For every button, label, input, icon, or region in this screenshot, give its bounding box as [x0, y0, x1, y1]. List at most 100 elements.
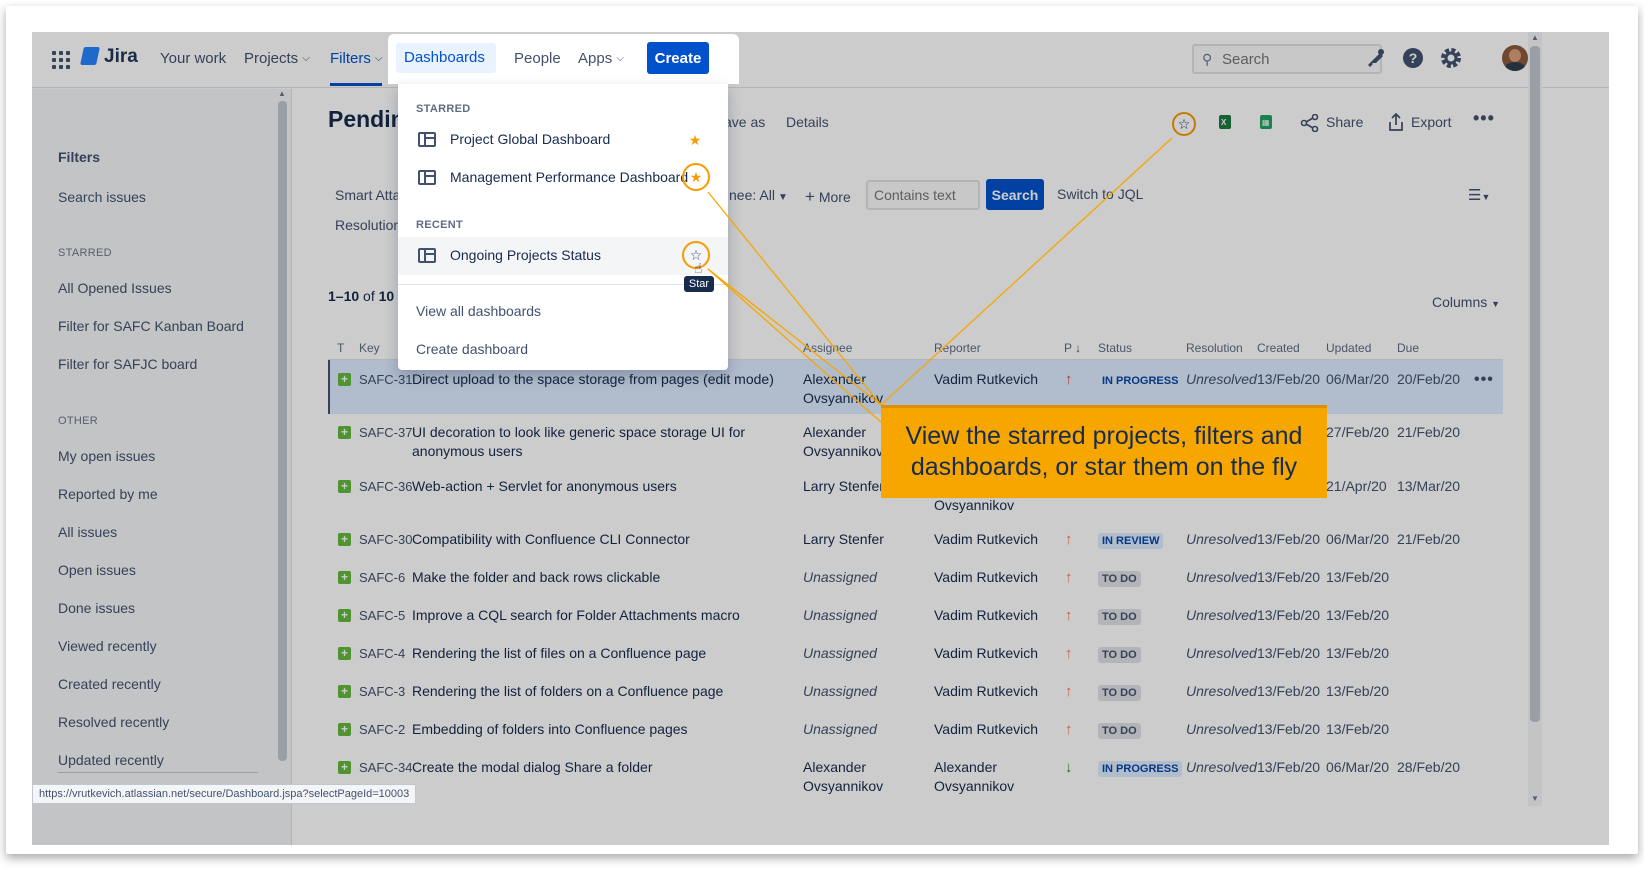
- resolution-filter[interactable]: Resolution: [335, 217, 401, 233]
- table-row[interactable]: + SAFC-4 Rendering the list of files on …: [328, 644, 1503, 682]
- nav-projects[interactable]: Projects ⌵: [244, 50, 310, 67]
- settings-icon[interactable]: [1438, 45, 1464, 71]
- column-header-created[interactable]: Created: [1257, 341, 1300, 355]
- create-dashboard-link[interactable]: Create dashboard: [416, 341, 528, 357]
- issue-reporter[interactable]: Vadim Rutkevich: [934, 568, 1054, 587]
- sidebar-item-starred[interactable]: Filter for SAFC Kanban Board: [58, 318, 244, 334]
- issue-assignee[interactable]: Alexander Ovsyannikov: [803, 758, 913, 796]
- issue-summary[interactable]: Create the modal dialog Share a folder: [412, 758, 782, 777]
- issue-summary[interactable]: Make the folder and back rows clickable: [412, 568, 782, 587]
- dashboard-item[interactable]: Ongoing Projects Status ☆: [398, 237, 728, 275]
- sidebar-item-starred[interactable]: All Opened Issues: [58, 280, 172, 296]
- sidebar-item-other[interactable]: Done issues: [58, 600, 135, 616]
- sidebar-item-other[interactable]: Updated recently: [58, 752, 164, 768]
- issue-reporter[interactable]: Vadim Rutkevich: [934, 370, 1054, 389]
- columns-button[interactable]: Columns ▼: [1432, 294, 1500, 310]
- sidebar-item-starred[interactable]: Filter for SAFJC board: [58, 356, 197, 372]
- sidebar-item-other[interactable]: Resolved recently: [58, 714, 169, 730]
- column-header-priority[interactable]: P ↓: [1064, 341, 1081, 355]
- export-button[interactable]: Export: [1411, 114, 1451, 130]
- issue-key[interactable]: SAFC-6: [359, 568, 405, 587]
- list-view-icon[interactable]: ☰▼: [1468, 186, 1490, 204]
- create-button[interactable]: Create: [647, 42, 709, 74]
- table-row[interactable]: + SAFC-2 Embedding of folders into Confl…: [328, 720, 1503, 758]
- issue-key[interactable]: SAFC-2: [359, 720, 405, 739]
- view-all-dashboards-link[interactable]: View all dashboards: [416, 303, 541, 319]
- sidebar-scrollbar[interactable]: ▲: [276, 89, 289, 845]
- nav-dashboards[interactable]: Dashboards ⌵: [396, 43, 496, 93]
- column-header-resolution[interactable]: Resolution: [1186, 341, 1243, 355]
- help-icon[interactable]: ?: [1400, 45, 1426, 71]
- save-as-button[interactable]: ave as: [724, 114, 765, 130]
- issue-key[interactable]: SAFC-5: [359, 606, 405, 625]
- issue-summary[interactable]: UI decoration to look like generic space…: [412, 423, 782, 461]
- contains-text-input[interactable]: [868, 182, 978, 208]
- column-header-status[interactable]: Status: [1098, 341, 1132, 355]
- issue-assignee[interactable]: Larry Stenfer: [803, 530, 913, 549]
- issue-reporter[interactable]: Vadim Rutkevich: [934, 530, 1054, 549]
- table-row[interactable]: + SAFC-5 Improve a CQL search for Folder…: [328, 606, 1503, 644]
- issue-key[interactable]: SAFC-30: [359, 530, 412, 549]
- column-header-updated[interactable]: Updated: [1326, 341, 1371, 355]
- sidebar-item-other[interactable]: Reported by me: [58, 486, 158, 502]
- issue-summary[interactable]: Embedding of folders into Confluence pag…: [412, 720, 782, 739]
- column-header-reporter[interactable]: Reporter: [934, 341, 981, 355]
- column-header-assignee[interactable]: Assignee: [803, 341, 852, 355]
- nav-filters[interactable]: Filters ⌵: [330, 50, 383, 86]
- sidebar-scroll-thumb[interactable]: [278, 101, 287, 761]
- share-button[interactable]: Share: [1326, 114, 1363, 130]
- table-row[interactable]: + SAFC-3 Rendering the list of folders o…: [328, 682, 1503, 720]
- column-header-due[interactable]: Due: [1397, 341, 1419, 355]
- issue-summary[interactable]: Rendering the list of folders on a Confl…: [412, 682, 782, 701]
- issue-key[interactable]: SAFC-36: [359, 477, 412, 496]
- table-row[interactable]: + SAFC-34 Create the modal dialog Share …: [328, 758, 1503, 806]
- sidebar-item-other[interactable]: All issues: [58, 524, 117, 540]
- details-link[interactable]: Details: [786, 114, 829, 130]
- issue-key[interactable]: SAFC-3: [359, 682, 405, 701]
- scroll-up-icon[interactable]: ▲: [1531, 33, 1539, 42]
- contains-text-field[interactable]: [866, 180, 980, 210]
- issue-reporter[interactable]: Vadim Rutkevich: [934, 606, 1054, 625]
- table-row[interactable]: + SAFC-6 Make the folder and back rows c…: [328, 568, 1503, 606]
- issue-summary[interactable]: Web-action + Servlet for anonymous users: [412, 477, 782, 496]
- app-switcher-icon[interactable]: [52, 51, 70, 69]
- issue-summary[interactable]: Rendering the list of files on a Conflue…: [412, 644, 782, 663]
- assignee-filter[interactable]: nee: All ▼: [729, 187, 788, 203]
- scroll-up-icon[interactable]: ▲: [278, 89, 286, 98]
- main-scrollbar[interactable]: ▲ ▼: [1528, 32, 1542, 806]
- more-actions-icon[interactable]: •••: [1473, 108, 1495, 129]
- nav-your-work[interactable]: Your work: [160, 50, 226, 67]
- nav-people[interactable]: People: [514, 50, 561, 67]
- dashboard-item[interactable]: Management Performance Dashboard ★: [398, 159, 728, 197]
- notifications-icon[interactable]: [1362, 45, 1388, 71]
- jira-logo[interactable]: Jira: [80, 46, 138, 68]
- column-header-key[interactable]: Key: [359, 341, 380, 355]
- issue-reporter[interactable]: Vadim Rutkevich: [934, 720, 1054, 739]
- search-button[interactable]: Search: [986, 179, 1044, 210]
- issue-reporter[interactable]: Ovsyannikov: [934, 496, 1054, 515]
- global-search[interactable]: ⚲: [1192, 44, 1382, 74]
- issue-summary[interactable]: Direct upload to the space storage from …: [412, 370, 782, 389]
- smart-attachments-filter[interactable]: Smart Atta: [335, 187, 400, 203]
- search-input[interactable]: [1222, 49, 1372, 69]
- sidebar-item-other[interactable]: Open issues: [58, 562, 136, 578]
- issue-key[interactable]: SAFC-34: [359, 758, 412, 777]
- issue-summary[interactable]: Improve a CQL search for Folder Attachme…: [412, 606, 782, 625]
- sidebar-item-search-issues[interactable]: Search issues: [58, 189, 146, 205]
- star-filled-icon[interactable]: ★: [684, 129, 706, 151]
- star-filled-icon[interactable]: ★: [682, 163, 710, 191]
- issue-reporter[interactable]: Vadim Rutkevich: [934, 644, 1054, 663]
- sidebar-item-other[interactable]: Created recently: [58, 676, 161, 692]
- dashboard-item[interactable]: Project Global Dashboard ★: [398, 121, 728, 159]
- google-sheets-icon[interactable]: ▦: [1260, 115, 1272, 129]
- table-row[interactable]: + SAFC-30 Compatibility with Confluence …: [328, 530, 1503, 568]
- avatar[interactable]: [1502, 45, 1528, 71]
- sidebar-item-other[interactable]: My open issues: [58, 448, 155, 464]
- issue-reporter[interactable]: Alexander Ovsyannikov: [934, 758, 1054, 796]
- issue-key[interactable]: SAFC-37: [359, 423, 412, 442]
- column-header-type[interactable]: T: [337, 341, 344, 355]
- nav-apps[interactable]: Apps ⌵: [578, 50, 624, 67]
- excel-export-icon[interactable]: X: [1219, 115, 1231, 129]
- main-scroll-thumb[interactable]: [1530, 46, 1540, 722]
- issue-assignee[interactable]: Alexander Ovsyannikov: [803, 370, 913, 408]
